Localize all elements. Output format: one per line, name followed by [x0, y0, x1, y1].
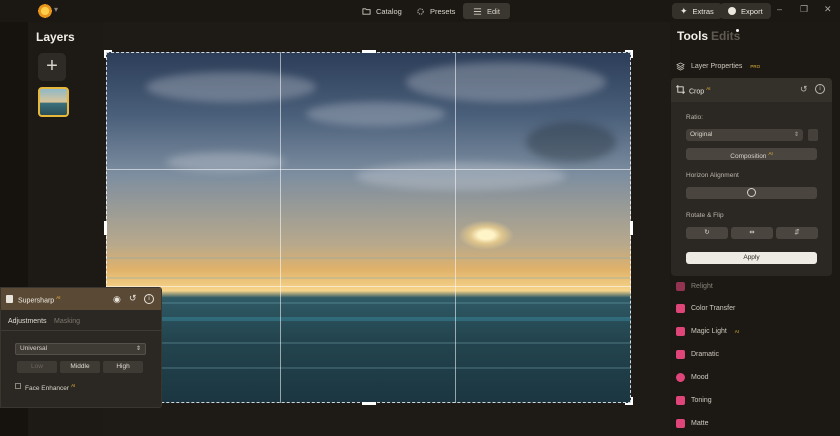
toning-icon [676, 395, 685, 405]
flip-vertical-button[interactable]: ⇵ [776, 227, 818, 239]
tool-label: Toning [691, 396, 712, 404]
eye-icon[interactable]: ◉ [113, 294, 121, 305]
edit-button[interactable]: Edit [463, 3, 510, 19]
layer-properties-item[interactable]: Layer Properties PRO [676, 59, 760, 73]
face-enhancer-label: Face Enhancer AI [25, 383, 76, 393]
swap-orientation-button[interactable] [808, 129, 818, 141]
divider [1, 330, 161, 331]
extras-button[interactable]: ✦ Extras [672, 3, 722, 19]
crop-icon [676, 85, 685, 94]
middle-button[interactable]: Middle [60, 361, 100, 373]
layers-title: Layers [36, 30, 75, 44]
flip-horizontal-button[interactable]: ⇹ [731, 227, 773, 239]
dramatic-icon [676, 349, 685, 359]
tool-item-dramatic[interactable]: Dramatic [676, 347, 719, 361]
crop-title: Crop AI [689, 86, 711, 96]
tab-masking[interactable]: Masking [54, 318, 80, 325]
supersharp-title: Supersharp AI [18, 295, 61, 305]
tool-label: Color Transfer [691, 304, 736, 312]
flip-horizontal-icon: ⇹ [749, 229, 755, 236]
updown-icon: ⇕ [135, 346, 141, 352]
presets-icon [417, 7, 424, 15]
tool-label: Dramatic [691, 350, 720, 358]
export-icon [728, 7, 736, 15]
chevron-down-icon[interactable]: ▾ [54, 5, 58, 14]
magic-light-icon [676, 326, 685, 336]
layer-properties-label: Layer Properties [691, 62, 743, 70]
crop-handle-bottom[interactable] [362, 402, 376, 405]
edits-indicator [736, 29, 739, 32]
info-icon[interactable]: i [144, 294, 154, 304]
apply-button[interactable]: Apply [686, 252, 817, 264]
sliders-icon [473, 7, 482, 15]
mood-icon [676, 372, 685, 382]
catalog-button[interactable]: Catalog [352, 3, 412, 19]
tab-adjustments[interactable]: Adjustments [8, 318, 47, 325]
face-enhancer-checkbox[interactable] [15, 383, 21, 389]
rotate-flip-label: Rotate & Flip [686, 212, 724, 219]
horizon-icon [747, 187, 756, 197]
low-button[interactable]: Low [17, 361, 57, 373]
crop-handle-bottom-right[interactable] [625, 397, 633, 405]
presets-button[interactable]: Presets [406, 3, 465, 19]
extras-label: Extras [692, 6, 714, 16]
crop-handle-left[interactable] [104, 221, 107, 235]
tool-item-matte[interactable]: Matte [676, 416, 709, 430]
ratio-label: Ratio: [686, 114, 703, 121]
tool-item-partial[interactable]: Relight [676, 279, 713, 293]
tools-tab[interactable]: Tools [677, 29, 708, 43]
rotate-icon: ↻ [704, 229, 710, 236]
folder-icon [362, 7, 371, 15]
export-label: Export [741, 6, 763, 16]
tool-item-toning[interactable]: Toning [676, 393, 712, 407]
export-button[interactable]: Export [720, 3, 771, 19]
tool-label: Magic Light [691, 327, 727, 335]
undo-icon[interactable]: ↺ [800, 84, 808, 95]
supersharp-icon [6, 295, 13, 303]
app-logo-icon[interactable] [37, 3, 53, 19]
info-icon[interactable]: i [815, 84, 825, 94]
layer-thumbnail[interactable] [38, 87, 69, 117]
tool-label: Mood [691, 373, 709, 381]
crop-handle-right[interactable] [630, 221, 633, 235]
tool-label: Relight [691, 282, 713, 290]
add-layer-button[interactable]: + [38, 53, 66, 81]
color-transfer-icon [676, 303, 685, 313]
relight-icon [676, 281, 685, 291]
rotate-button[interactable]: ↻ [686, 227, 728, 239]
crop-handle-top-right[interactable] [625, 50, 633, 58]
flip-vertical-icon: ⇵ [794, 229, 800, 236]
horizon-label: Horizon Alignment [686, 172, 739, 179]
tool-label: Matte [691, 419, 709, 427]
pro-badge: PRO [750, 63, 761, 69]
tool-item-color-transfer[interactable]: Color Transfer [676, 301, 735, 315]
minimize-button[interactable]: – [777, 4, 782, 14]
presets-label: Presets [430, 6, 456, 16]
tool-item-mood[interactable]: Mood [676, 370, 709, 384]
layers-icon [676, 61, 685, 71]
ratio-select[interactable]: Original ⇕ [686, 129, 803, 141]
crop-handle-top[interactable] [362, 50, 376, 53]
high-button[interactable]: High [103, 361, 143, 373]
maximize-button[interactable]: ❐ [800, 4, 808, 15]
undo-icon[interactable]: ↺ [129, 293, 137, 304]
updown-icon: ⇕ [793, 132, 799, 138]
tool-item-magic-light[interactable]: Magic Light AI [676, 324, 739, 338]
crop-handle-top-left[interactable] [104, 50, 112, 58]
close-button[interactable]: ✕ [824, 4, 832, 15]
composition-button[interactable]: Composition AI [686, 148, 817, 160]
mode-select[interactable]: Universal ⇕ [15, 343, 146, 355]
sparkle-icon: ✦ [680, 5, 688, 16]
edit-label: Edit [487, 6, 500, 16]
crop-frame[interactable] [106, 52, 631, 403]
horizon-button[interactable] [686, 187, 817, 199]
catalog-label: Catalog [376, 6, 402, 16]
matte-icon [676, 418, 685, 428]
